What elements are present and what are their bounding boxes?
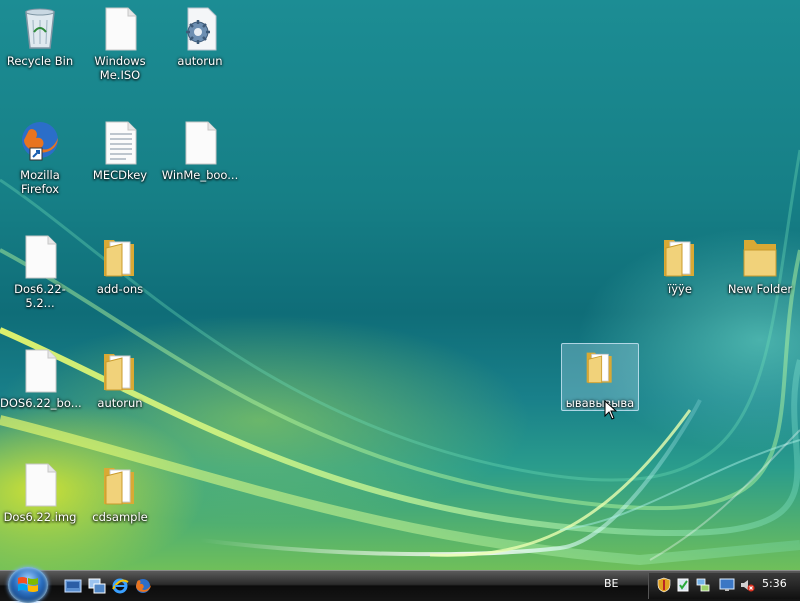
icon-label: Mozilla Firefox	[20, 168, 60, 196]
icon-label: Recycle Bin	[6, 54, 74, 68]
desktop-icon-dos622-img[interactable]: Dos6.22.img	[0, 458, 80, 544]
icon-label: cdsample	[92, 510, 148, 524]
icon-label: MECDkey	[92, 168, 148, 182]
desktop-icon-recycle-bin[interactable]: Recycle Bin	[0, 2, 80, 88]
folder-icon	[104, 468, 134, 505]
icon-label: Dos6.22-5.2...	[14, 282, 66, 310]
desktop-icon-yvayvyva-selected[interactable]: ывавывыва	[561, 343, 639, 411]
setup-gear-icon	[186, 7, 217, 51]
firefox-icon	[22, 122, 58, 161]
file-icon	[105, 7, 137, 51]
icon-label: autorun	[177, 54, 223, 68]
icon-label: New Folder	[727, 282, 793, 296]
network-icon[interactable]	[695, 577, 711, 593]
folder-icon	[104, 354, 134, 391]
windows-orb-icon	[18, 577, 38, 592]
language-indicator[interactable]: BE	[604, 577, 619, 590]
file-icon	[25, 463, 57, 507]
desktop-icon-mecdkey[interactable]: MECDkey	[80, 116, 160, 202]
icon-label: add-ons	[96, 282, 144, 296]
text-file-icon	[105, 121, 137, 165]
folder-icon	[104, 240, 134, 277]
clock[interactable]: 5:36	[762, 577, 787, 590]
internet-explorer-icon[interactable]	[111, 577, 129, 595]
desktop-icon-dos622-bo[interactable]: DOS6.22_bo...	[0, 344, 82, 430]
folder-icon	[586, 352, 612, 384]
start-button[interactable]	[8, 567, 48, 603]
volume-muted-icon[interactable]	[739, 577, 755, 593]
folder-icon	[664, 240, 694, 277]
file-icon	[25, 235, 57, 279]
desktop-icon-new-folder[interactable]: New Folder	[720, 230, 800, 316]
folder-icon	[743, 240, 777, 277]
desktop-icon-mozilla-firefox[interactable]: Mozilla Firefox	[0, 116, 80, 202]
desktop-icon-dos622-5-2[interactable]: Dos6.22-5.2...	[0, 230, 80, 316]
desktop-icon-winme-boo[interactable]: WinMe_boo...	[160, 116, 240, 202]
monitor-icon[interactable]	[719, 577, 735, 593]
icon-label: ывавывыва	[565, 396, 635, 410]
taskbar: BE 5:36	[0, 567, 800, 603]
desktop-icon-windows-me-iso[interactable]: Windows Me.ISO	[80, 2, 160, 88]
desktop-icon-autorun-folder[interactable]: autorun	[80, 344, 160, 430]
firefox-icon[interactable]	[134, 577, 152, 595]
desktop-icon-add-ons[interactable]: add-ons	[80, 230, 160, 316]
desktop-icon-iyye[interactable]: ïÿÿe	[640, 230, 720, 316]
mouse-cursor-icon	[604, 400, 618, 420]
icon-label: WinMe_boo...	[161, 168, 239, 182]
desktop-icon-cdsample[interactable]: cdsample	[80, 458, 160, 544]
icon-label: Dos6.22.img	[3, 510, 77, 524]
file-icon	[185, 121, 217, 165]
icon-label: DOS6.22_bo...	[0, 396, 82, 410]
desktop-icon-autorun-setup[interactable]: autorun	[160, 2, 240, 88]
icon-label: Windows Me.ISO	[94, 54, 146, 82]
desktop[interactable]: Recycle Bin Mozilla Firefox Dos6.22-5.2.…	[0, 0, 800, 570]
switch-windows-icon[interactable]	[88, 577, 106, 595]
security-shield-icon[interactable]	[656, 577, 672, 593]
file-icon	[25, 349, 57, 393]
icon-label: autorun	[97, 396, 143, 410]
icon-label: ïÿÿe	[668, 282, 692, 296]
show-desktop-icon[interactable]	[64, 577, 82, 595]
action-center-icon[interactable]	[675, 577, 691, 593]
recycle-bin-icon	[25, 8, 55, 49]
